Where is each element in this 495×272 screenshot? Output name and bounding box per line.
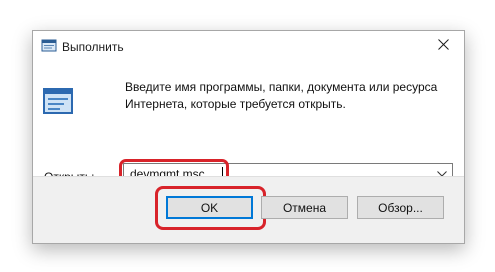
run-program-icon [43,86,75,118]
description-text: Введите имя программы, папки, документа … [125,80,438,111]
button-bar: OK Отмена Обзор... [33,176,464,243]
close-button[interactable] [422,31,464,61]
ok-button[interactable]: OK [166,196,253,219]
run-dialog: Выполнить Введите имя программы, папки, … [32,30,465,244]
window-title: Выполнить [62,40,124,54]
browse-button[interactable]: Обзор... [357,196,444,219]
title-bar: Выполнить [33,31,464,62]
close-icon [437,37,449,55]
run-app-icon [41,39,57,53]
dialog-body: Введите имя программы, папки, документа … [33,62,464,190]
cancel-button[interactable]: Отмена [261,196,348,219]
